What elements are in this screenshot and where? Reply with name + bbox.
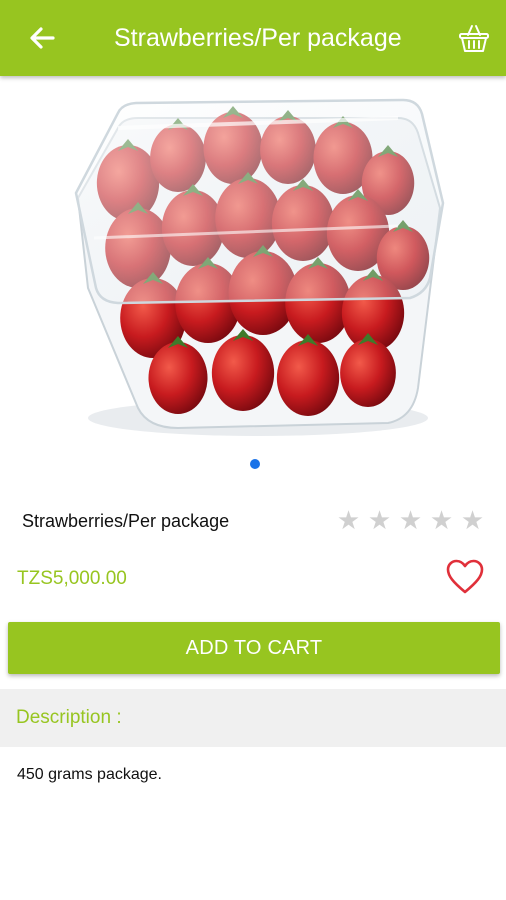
back-button[interactable] xyxy=(22,20,62,56)
description-header: Description : xyxy=(0,689,506,747)
add-to-cart-button[interactable]: ADD TO CART xyxy=(8,622,500,674)
image-pager xyxy=(0,459,506,471)
arrow-left-icon xyxy=(30,27,55,49)
product-name: Strawberries/Per package xyxy=(22,511,230,531)
product-price: TZS5,000.00 xyxy=(17,568,127,589)
favorite-button[interactable] xyxy=(445,558,485,596)
rating-star-icon[interactable]: ★ xyxy=(395,506,426,534)
heart-outline-icon xyxy=(446,559,484,594)
product-image[interactable] xyxy=(58,88,448,443)
rating-star-icon[interactable]: ★ xyxy=(457,506,488,534)
description-title: Description : xyxy=(16,707,122,728)
cart-button[interactable] xyxy=(454,18,494,58)
page-title: Strawberries/Per package xyxy=(114,24,402,52)
rating-star-icon[interactable]: ★ xyxy=(333,506,364,534)
description-text: 450 grams package. xyxy=(17,766,162,783)
rating-stars[interactable]: ★ ★ ★ ★ ★ xyxy=(333,506,488,534)
rating-star-icon[interactable]: ★ xyxy=(426,506,457,534)
rating-star-icon[interactable]: ★ xyxy=(364,506,395,534)
app-bar: Strawberries/Per package xyxy=(0,0,506,76)
pager-dot[interactable] xyxy=(250,459,260,469)
shopping-basket-icon xyxy=(459,25,489,52)
